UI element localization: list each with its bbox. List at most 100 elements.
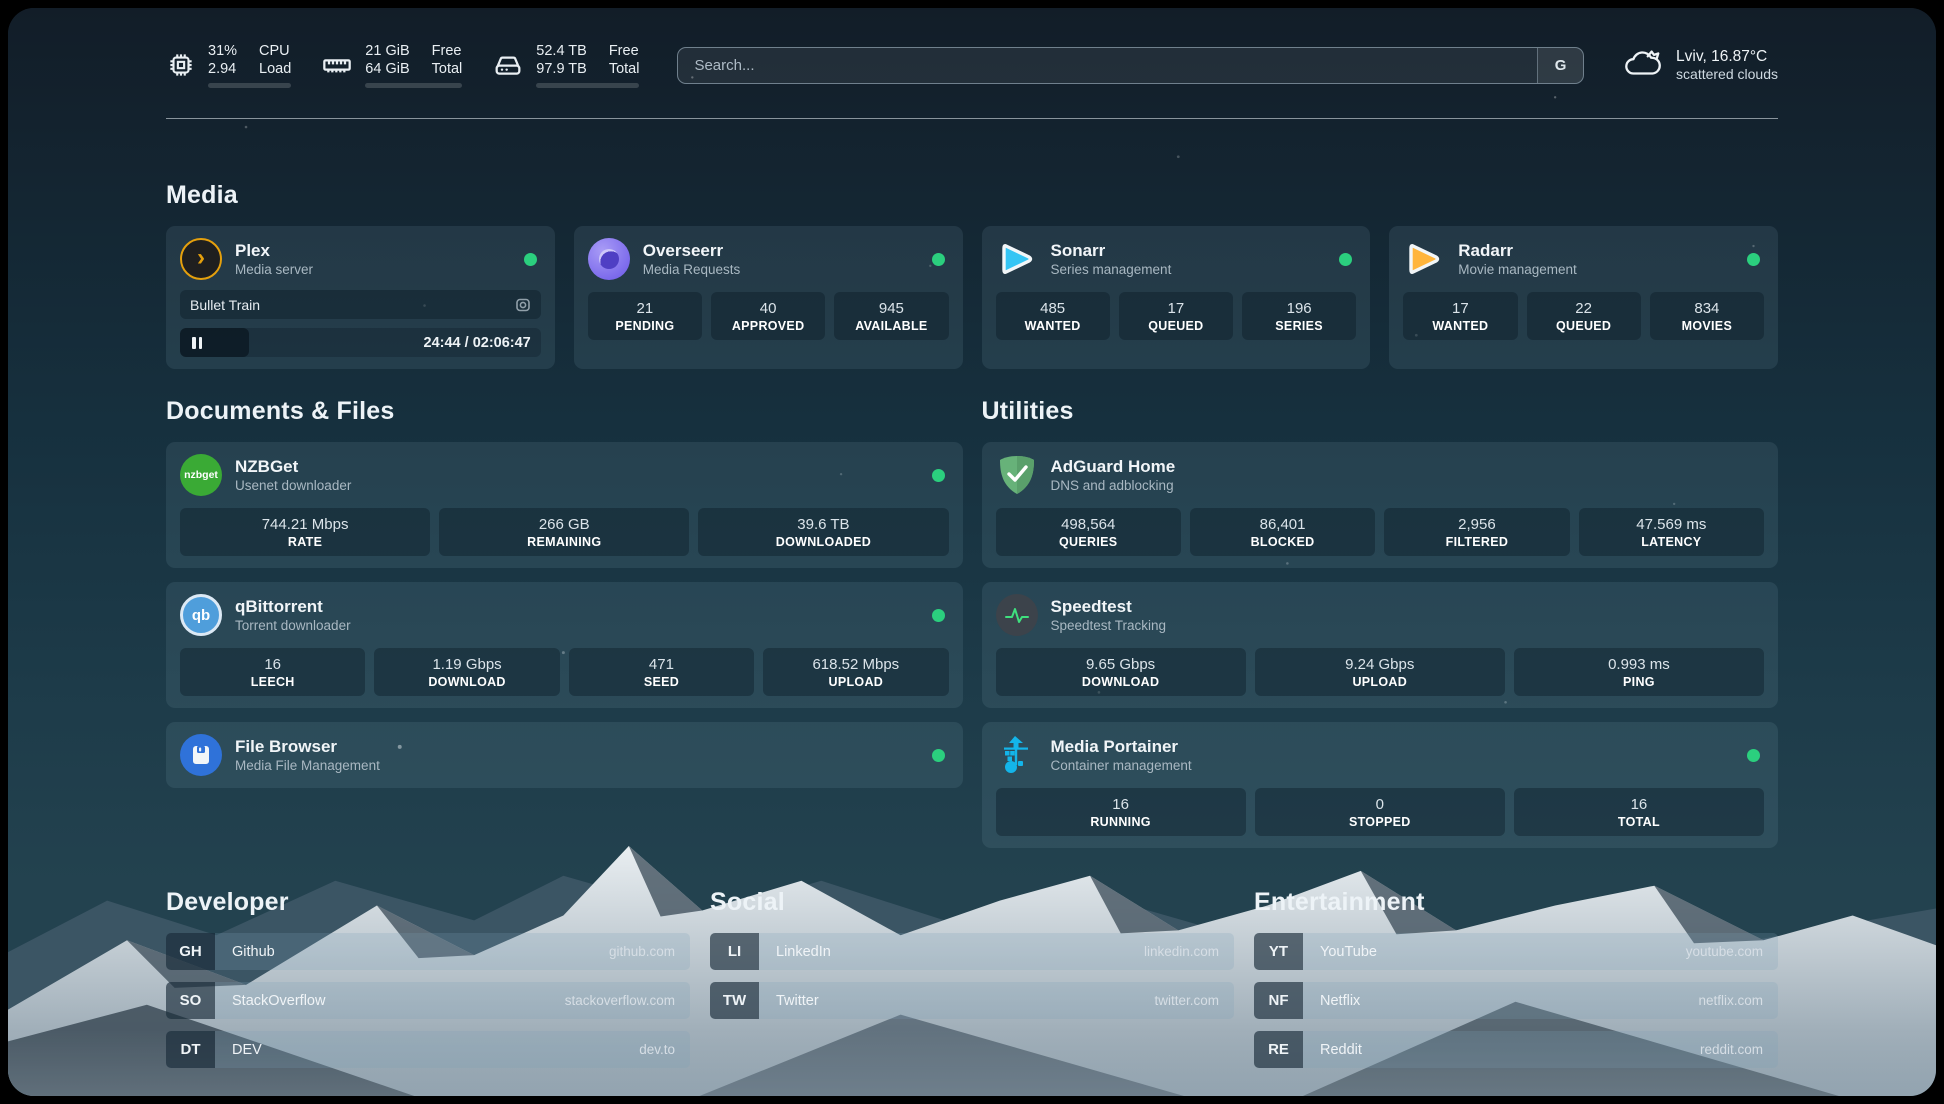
stat-ping: 0.993 msPING xyxy=(1514,648,1764,696)
stat-latency: 47.569 msLATENCY xyxy=(1579,508,1764,556)
card-nzbget[interactable]: nzbget NZBGet Usenet downloader 744.21 M… xyxy=(166,442,963,568)
disk-total-value: 97.9 TB xyxy=(536,61,587,78)
bookmark-reddit[interactable]: RE Reddit reddit.com xyxy=(1254,1031,1778,1068)
bookmark-abbr: RE xyxy=(1254,1031,1303,1068)
stat-downloaded: 39.6 TBDOWNLOADED xyxy=(698,508,948,556)
card-radarr[interactable]: Radarr Movie management 17WANTED 22QUEUE… xyxy=(1389,226,1778,369)
section-title-documents: Documents & Files xyxy=(166,397,963,426)
cloud-icon xyxy=(1622,46,1664,85)
bookmark-name: Netflix xyxy=(1303,993,1360,1009)
section-title-media: Media xyxy=(166,181,1778,210)
bookmark-group-developer: Developer GH Github github.com SO StackO… xyxy=(166,888,690,1068)
disk-free-value: 52.4 TB xyxy=(536,43,587,60)
stat-leech: 16LEECH xyxy=(180,648,365,696)
status-dot xyxy=(932,469,945,482)
bookmark-abbr: LI xyxy=(710,933,759,970)
card-title: Overseerr xyxy=(643,241,723,260)
stat-queued: 17QUEUED xyxy=(1119,292,1233,340)
stat-wanted: 485WANTED xyxy=(996,292,1110,340)
memory-total-label: Total xyxy=(432,61,463,78)
camera-icon[interactable] xyxy=(515,297,531,313)
stat-download: 9.65 GbpsDOWNLOAD xyxy=(996,648,1246,696)
bookmark-url: github.com xyxy=(609,944,690,959)
plex-progress-bar: 24:44 / 02:06:47 xyxy=(180,328,541,357)
overseerr-icon xyxy=(588,238,630,280)
stat-upload: 618.52 MbpsUPLOAD xyxy=(763,648,948,696)
card-sonarr[interactable]: Sonarr Series management 485WANTED 17QUE… xyxy=(982,226,1371,369)
card-subtitle: Torrent downloader xyxy=(235,617,351,634)
bookmark-netflix[interactable]: NF Netflix netflix.com xyxy=(1254,982,1778,1019)
bookmark-url: twitter.com xyxy=(1154,993,1234,1008)
card-speedtest[interactable]: Speedtest Speedtest Tracking 9.65 GbpsDO… xyxy=(982,582,1779,708)
stat-running: 16RUNNING xyxy=(996,788,1246,836)
cpu-widget: 31% CPU 2.94 Load xyxy=(166,43,291,88)
bookmark-abbr: GH xyxy=(166,933,215,970)
stat-wanted: 17WANTED xyxy=(1403,292,1517,340)
status-dot xyxy=(932,609,945,622)
stat-pending: 21PENDING xyxy=(588,292,702,340)
memory-total-value: 64 GiB xyxy=(365,61,409,78)
memory-free-value: 21 GiB xyxy=(365,43,409,60)
card-subtitle: Media Requests xyxy=(643,261,741,278)
stat-filtered: 2,956FILTERED xyxy=(1384,508,1569,556)
memory-widget: 21 GiB Free 64 GiB Total xyxy=(321,43,462,88)
card-subtitle: Usenet downloader xyxy=(235,477,351,494)
cpu-usage-label: CPU xyxy=(259,43,291,60)
topbar-divider xyxy=(166,118,1778,119)
stat-series: 196SERIES xyxy=(1242,292,1356,340)
bookmark-dev[interactable]: DT DEV dev.to xyxy=(166,1031,690,1068)
card-title: File Browser xyxy=(235,737,337,756)
bookmark-url: netflix.com xyxy=(1698,993,1778,1008)
disk-progress-bar xyxy=(536,83,639,88)
card-adguard[interactable]: AdGuard Home DNS and adblocking 498,564Q… xyxy=(982,442,1779,568)
bookmark-twitter[interactable]: TW Twitter twitter.com xyxy=(710,982,1234,1019)
stat-movies: 834MOVIES xyxy=(1650,292,1764,340)
bookmark-youtube[interactable]: YT YouTube youtube.com xyxy=(1254,933,1778,970)
search-input[interactable] xyxy=(678,48,1537,83)
bookmark-stackoverflow[interactable]: SO StackOverflow stackoverflow.com xyxy=(166,982,690,1019)
bookmark-group-entertainment: Entertainment YT YouTube youtube.com NF … xyxy=(1254,888,1778,1068)
plex-icon: › xyxy=(180,238,222,280)
cpu-load-value: 2.94 xyxy=(208,61,237,78)
card-portainer[interactable]: Media Portainer Container management 16R… xyxy=(982,722,1779,848)
bookmark-url: dev.to xyxy=(639,1042,690,1057)
bookmark-github[interactable]: GH Github github.com xyxy=(166,933,690,970)
pause-button[interactable] xyxy=(190,333,204,353)
radarr-icon xyxy=(1403,238,1445,280)
bookmark-group-social: Social LI LinkedIn linkedin.com TW Twitt… xyxy=(710,888,1234,1068)
card-title: Media Portainer xyxy=(1051,737,1179,756)
top-bar: 31% CPU 2.94 Load 21 xyxy=(166,38,1778,92)
search-engine-button[interactable]: G xyxy=(1537,48,1583,83)
card-subtitle: Movie management xyxy=(1458,261,1577,278)
card-plex[interactable]: › Plex Media server Bullet Train xyxy=(166,226,555,369)
bookmark-abbr: SO xyxy=(166,982,215,1019)
bookmark-url: youtube.com xyxy=(1686,944,1778,959)
filebrowser-icon xyxy=(180,734,222,776)
section-title-social: Social xyxy=(710,888,1234,917)
card-overseerr[interactable]: Overseerr Media Requests 21PENDING 40APP… xyxy=(574,226,963,369)
card-title: AdGuard Home xyxy=(1051,457,1176,476)
disk-icon xyxy=(492,49,524,81)
portainer-icon xyxy=(996,734,1038,776)
stat-total: 16TOTAL xyxy=(1514,788,1764,836)
bookmark-linkedin[interactable]: LI LinkedIn linkedin.com xyxy=(710,933,1234,970)
card-filebrowser[interactable]: File Browser Media File Management xyxy=(166,722,963,788)
stat-available: 945AVAILABLE xyxy=(834,292,948,340)
stat-download: 1.19 GbpsDOWNLOAD xyxy=(374,648,559,696)
card-qbittorrent[interactable]: qb qBittorrent Torrent downloader 16LEEC… xyxy=(166,582,963,708)
section-title-entertainment: Entertainment xyxy=(1254,888,1778,917)
cpu-progress-bar xyxy=(208,83,291,88)
bookmark-name: YouTube xyxy=(1303,944,1377,960)
weather-widget: Lviv, 16.87°C scattered clouds xyxy=(1622,46,1778,85)
memory-icon xyxy=(321,49,353,81)
stat-seed: 471SEED xyxy=(569,648,754,696)
bookmark-name: DEV xyxy=(215,1042,262,1058)
status-dot xyxy=(932,749,945,762)
status-dot xyxy=(1747,749,1760,762)
plex-now-playing-title: Bullet Train xyxy=(190,297,260,313)
search-bar: G xyxy=(677,47,1584,84)
sonarr-icon xyxy=(996,238,1038,280)
stat-blocked: 86,401BLOCKED xyxy=(1190,508,1375,556)
bookmark-url: reddit.com xyxy=(1700,1042,1778,1057)
documents-column: Documents & Files nzbget NZBGet Usenet d… xyxy=(166,397,963,788)
